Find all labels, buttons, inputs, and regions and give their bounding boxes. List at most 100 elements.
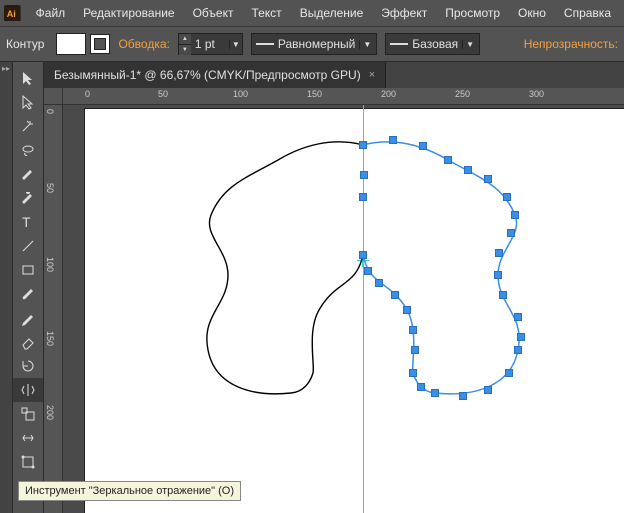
anchor-point[interactable] [514, 346, 522, 354]
fill-stroke-swatches[interactable] [56, 33, 110, 55]
type-tool[interactable]: T [13, 210, 43, 234]
work-area: ▸▸ T Безымянный-1* @ 66,67% (CMYK/Предпр… [0, 62, 624, 513]
spin-down-icon[interactable]: ▼ [179, 45, 191, 55]
stroke-swatch[interactable] [90, 34, 110, 54]
ruler-tick: 100 [233, 89, 248, 99]
panel-collapse-gutter[interactable]: ▸▸ [0, 62, 13, 513]
ruler-tick: 150 [307, 89, 322, 99]
fill-swatch[interactable] [56, 33, 86, 55]
selection-tool[interactable] [13, 66, 43, 90]
anchor-point[interactable] [507, 229, 515, 237]
rectangle-tool[interactable] [13, 258, 43, 282]
menu-файл[interactable]: Файл [27, 0, 75, 26]
anchor-point[interactable] [389, 136, 397, 144]
line-tool[interactable] [13, 234, 43, 258]
anchor-point[interactable] [409, 326, 417, 334]
eraser-tool[interactable] [13, 330, 43, 354]
ruler-tick: 300 [529, 89, 544, 99]
anchor-point[interactable] [359, 251, 367, 259]
chevron-down-icon[interactable]: ▼ [462, 40, 477, 49]
vertical-ruler[interactable]: 050100150200 [44, 105, 63, 513]
brush-select[interactable]: Базовая ▼ [385, 33, 480, 55]
svg-text:T: T [22, 214, 31, 230]
anchor-point[interactable] [464, 166, 472, 174]
anchor-point[interactable] [459, 392, 467, 400]
anchor-point[interactable] [495, 249, 503, 257]
canvas[interactable] [63, 105, 624, 513]
magic-wand-tool[interactable] [13, 114, 43, 138]
menu-просмотр[interactable]: Просмотр [436, 0, 509, 26]
chevron-right-icon: ▸▸ [2, 64, 10, 513]
stroke-profile-select[interactable]: Равномерный ▼ [251, 33, 377, 55]
anchor-point[interactable] [391, 291, 399, 299]
anchor-point[interactable] [511, 211, 519, 219]
anchor-point[interactable] [503, 193, 511, 201]
anchor-point[interactable] [499, 291, 507, 299]
direct-selection-tool[interactable] [13, 90, 43, 114]
document-tab[interactable]: Безымянный-1* @ 66,67% (CMYK/Предпросмот… [44, 62, 386, 88]
control-bar: Контур Обводка: ▲▼ 1 pt ▼ Равномерный ▼ … [0, 26, 624, 62]
anchor-point[interactable] [514, 313, 522, 321]
chevron-down-icon[interactable]: ▼ [229, 40, 242, 49]
anchor-point[interactable] [364, 267, 372, 275]
stroke-label: Обводка: [118, 37, 169, 51]
horizontal-ruler-row: 050100150200250300 [44, 88, 624, 105]
ruler-tick: 150 [45, 331, 55, 346]
anchor-point[interactable] [375, 279, 383, 287]
paintbrush-tool[interactable] [13, 282, 43, 306]
anchor-point[interactable] [517, 333, 525, 341]
anchor-point[interactable] [359, 193, 367, 201]
ruler-tick: 0 [85, 89, 90, 99]
pencil-tool[interactable] [13, 306, 43, 330]
menu-bar: Ai ФайлРедактированиеОбъектТекстВыделени… [0, 0, 624, 26]
menu-справка[interactable]: Справка [555, 0, 620, 26]
menu-объект[interactable]: Объект [184, 0, 243, 26]
anchor-point[interactable] [484, 386, 492, 394]
curvature-tool[interactable] [13, 186, 43, 210]
anchor-point[interactable] [431, 389, 439, 397]
anchor-point[interactable] [505, 369, 513, 377]
ruler-tick: 200 [381, 89, 396, 99]
ruler-tick: 50 [158, 89, 168, 99]
line-sample-icon [390, 43, 408, 45]
free-transform-tool[interactable] [13, 450, 43, 474]
close-icon[interactable]: × [369, 69, 375, 81]
anchor-point[interactable] [417, 383, 425, 391]
scale-tool[interactable] [13, 402, 43, 426]
anchor-point[interactable] [419, 142, 427, 150]
document-area: Безымянный-1* @ 66,67% (CMYK/Предпросмот… [44, 62, 624, 513]
anchor-point[interactable] [411, 346, 419, 354]
ruler-tick: 200 [45, 405, 55, 420]
spin-up-icon[interactable]: ▲ [179, 34, 191, 45]
anchor-point[interactable] [484, 175, 492, 183]
anchor-point[interactable] [409, 369, 417, 377]
menu-редактирование[interactable]: Редактирование [74, 0, 183, 26]
ruler-tick: 100 [45, 257, 55, 272]
menu-текст[interactable]: Текст [242, 0, 290, 26]
chevron-down-icon[interactable]: ▼ [359, 40, 374, 49]
anchor-point[interactable] [494, 271, 502, 279]
opacity-label: Непрозрачность: [524, 37, 618, 51]
app-logo: Ai [4, 3, 21, 23]
rotate-tool[interactable] [13, 354, 43, 378]
anchor-point[interactable] [359, 141, 367, 149]
ruler-origin[interactable] [44, 88, 63, 105]
menu-выделение[interactable]: Выделение [291, 0, 373, 26]
anchor-point[interactable] [403, 306, 411, 314]
original-path[interactable] [207, 142, 363, 394]
menu-эффект[interactable]: Эффект [372, 0, 436, 26]
lasso-tool[interactable] [13, 138, 43, 162]
anchor-point[interactable] [360, 171, 368, 179]
menu-окно[interactable]: Окно [509, 0, 555, 26]
reflected-path[interactable] [363, 142, 519, 394]
stroke-weight-input[interactable]: ▲▼ 1 pt ▼ [178, 33, 243, 55]
tool-tooltip: Инструмент "Зеркальное отражение" (O) [18, 481, 241, 501]
mode-label: Контур [6, 37, 48, 51]
horizontal-ruler[interactable]: 050100150200250300 [63, 88, 624, 105]
document-tab-title: Безымянный-1* @ 66,67% (CMYK/Предпросмот… [54, 68, 361, 82]
pen-tool[interactable] [13, 162, 43, 186]
anchor-point[interactable] [444, 156, 452, 164]
width-tool[interactable] [13, 426, 43, 450]
ruler-tick: 0 [45, 109, 55, 114]
reflect-tool[interactable] [13, 378, 43, 402]
